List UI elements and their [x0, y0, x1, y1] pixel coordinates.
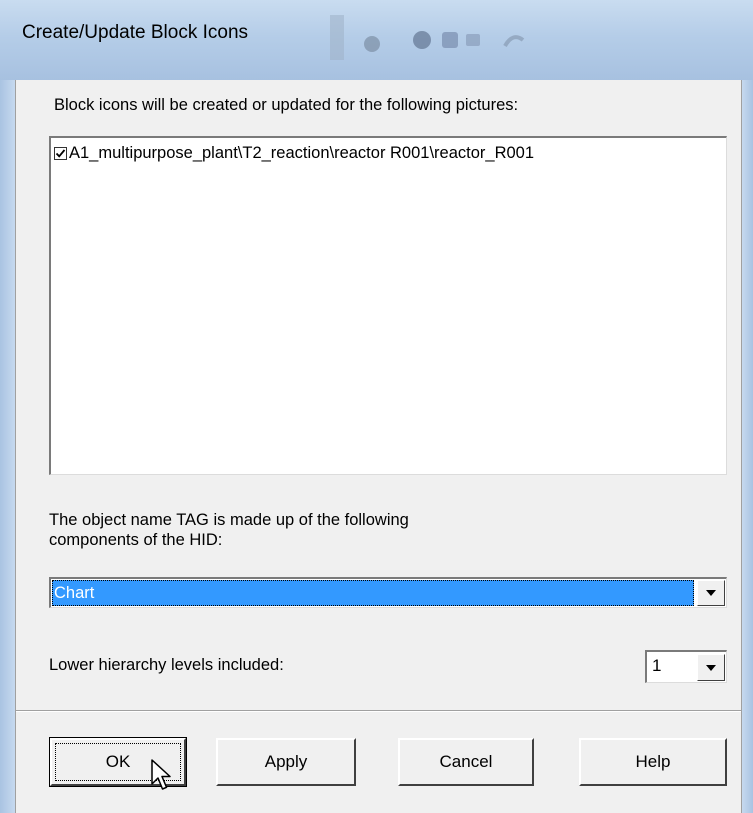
help-button[interactable]: Help	[579, 738, 727, 786]
tag-components-dropdown-button[interactable]	[697, 580, 725, 606]
dialog-client-area: Block icons will be created or updated f…	[15, 80, 742, 813]
tag-description-line1: The object name TAG is made up of the fo…	[49, 511, 409, 529]
help-button-label: Help	[635, 752, 671, 771]
hierarchy-levels-value: 1	[652, 656, 662, 675]
window-frame-left	[0, 80, 15, 813]
chevron-down-icon	[706, 664, 716, 671]
hierarchy-levels-dropdown-button[interactable]	[697, 654, 725, 681]
cancel-button[interactable]: Cancel	[398, 738, 534, 786]
tag-components-selected-value: Chart	[52, 580, 694, 606]
hierarchy-levels-combobox[interactable]: 1	[645, 650, 727, 683]
apply-button[interactable]: Apply	[216, 738, 356, 786]
tag-description-line2: components of the HID:	[49, 531, 223, 549]
button-separator	[16, 710, 741, 712]
window-frame-right	[742, 80, 753, 813]
blurred-toolbar-icons	[330, 15, 525, 60]
dialog-window: Create/Update Block Icons Block icons wi…	[0, 0, 753, 813]
list-item[interactable]: A1_multipurpose_plant\T2_reaction\reacto…	[54, 142, 534, 164]
hierarchy-levels-label: Lower hierarchy levels included:	[49, 656, 284, 674]
checkmark-icon	[55, 148, 66, 158]
title-bar[interactable]: Create/Update Block Icons	[0, 0, 753, 81]
chevron-down-icon	[706, 590, 716, 596]
window-title: Create/Update Block Icons	[22, 22, 249, 43]
apply-button-label: Apply	[264, 752, 308, 771]
tag-components-combobox[interactable]: Chart	[49, 577, 727, 608]
cancel-button-label: Cancel	[439, 752, 493, 771]
mouse-pointer-icon	[151, 759, 171, 790]
picture-path-label: A1_multipurpose_plant\T2_reaction\reacto…	[69, 143, 535, 162]
picture-checkbox[interactable]	[54, 146, 67, 160]
intro-label: Block icons will be created or updated f…	[54, 96, 519, 114]
pictures-listbox[interactable]: A1_multipurpose_plant\T2_reaction\reacto…	[49, 136, 727, 475]
